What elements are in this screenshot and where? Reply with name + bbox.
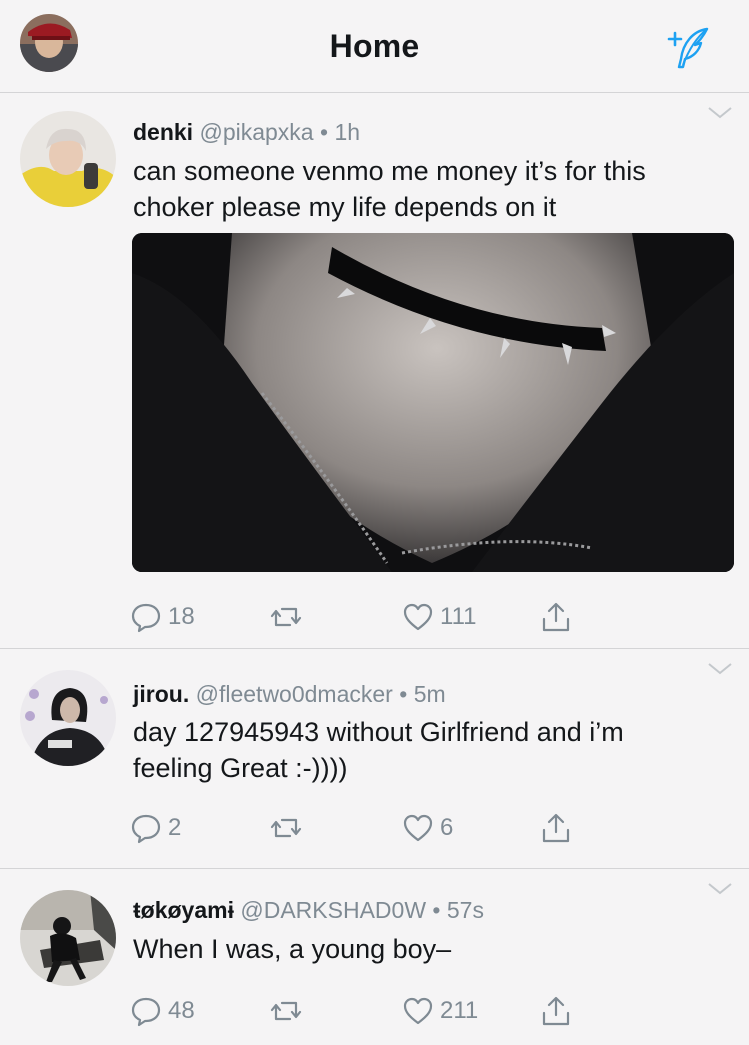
like-button[interactable]: 211	[402, 991, 478, 1031]
retweet-icon	[270, 607, 302, 627]
reply-count: 2	[168, 814, 182, 841]
reply-button[interactable]: 18	[130, 597, 195, 637]
reply-count: 18	[168, 603, 195, 630]
user-avatar[interactable]	[20, 670, 116, 766]
avatar-image-denki	[20, 111, 116, 207]
like-count: 111	[440, 603, 477, 630]
tweet-actions: 2 6	[130, 808, 590, 848]
like-button[interactable]: 6	[402, 808, 453, 848]
timestamp: 1h	[334, 119, 361, 145]
chevron-down-icon[interactable]	[707, 105, 733, 121]
share-icon	[542, 813, 570, 843]
tweet-text-line: day 127945943 without Girlfriend and i’m	[133, 717, 624, 747]
chevron-down-icon[interactable]	[707, 881, 733, 897]
reply-button[interactable]: 48	[130, 991, 195, 1031]
like-icon	[403, 814, 433, 842]
like-count: 211	[440, 997, 479, 1024]
tweet-header: ŧøkøyamɨ @DARKSHAD0W • 57s	[133, 897, 484, 924]
share-button[interactable]	[540, 597, 572, 637]
share-icon	[542, 602, 570, 632]
separator: •	[432, 897, 441, 923]
user-handle[interactable]: @fleetwo0dmacker	[196, 681, 393, 707]
timestamp: 57s	[446, 897, 484, 923]
reply-icon	[131, 814, 161, 844]
avatar-image-tokoyami	[20, 890, 116, 986]
reply-icon	[131, 603, 161, 633]
retweet-icon	[270, 1001, 302, 1021]
photo-choker	[132, 233, 734, 572]
reply-icon	[131, 997, 161, 1027]
tweet-actions: 18 111	[130, 597, 590, 637]
share-icon	[542, 996, 570, 1026]
tweet[interactable]: ŧøkøyamɨ @DARKSHAD0W • 57s When I was, a…	[0, 869, 749, 1045]
timestamp: 5m	[413, 681, 446, 707]
share-button[interactable]	[540, 808, 572, 848]
page-title: Home	[329, 28, 420, 64]
separator: •	[319, 119, 329, 145]
tweet-text-line: When I was, a young boy–	[133, 934, 452, 964]
tweet-header: jirou. @fleetwo0dmacker • 5m	[133, 681, 446, 708]
display-name[interactable]: jirou.	[133, 681, 189, 707]
display-name[interactable]: denki	[133, 119, 193, 145]
tweet-text-line: feeling Great :-))))	[133, 753, 348, 783]
tweet-text: can someone venmo me money it’s for this…	[133, 153, 733, 225]
tweet[interactable]: denki @pikapxka • 1h can someone venmo m…	[0, 93, 749, 649]
user-handle[interactable]: @pikapxka	[199, 119, 313, 145]
display-name[interactable]: ŧøkøyamɨ	[133, 897, 234, 923]
compose-feather-icon	[667, 27, 709, 69]
reply-count: 48	[168, 997, 195, 1024]
user-handle[interactable]: @DARKSHAD0W	[240, 897, 426, 923]
tweet-text-line: choker please my life depends on it	[133, 192, 557, 222]
tweet-text: day 127945943 without Girlfriend and i’m…	[133, 714, 733, 786]
retweet-icon	[270, 818, 302, 838]
compose-tweet-button[interactable]	[667, 25, 713, 71]
separator: •	[399, 681, 408, 707]
retweet-button[interactable]	[270, 597, 302, 637]
retweet-button[interactable]	[270, 808, 302, 848]
like-icon	[403, 997, 433, 1025]
like-count: 6	[440, 814, 454, 841]
like-button[interactable]: 111	[402, 597, 476, 637]
retweet-button[interactable]	[270, 991, 302, 1031]
tweet-header: denki @pikapxka • 1h	[133, 119, 360, 146]
tweet-text-line: can someone venmo me money it’s for this	[133, 156, 646, 186]
share-button[interactable]	[540, 991, 572, 1031]
tweet-text: When I was, a young boy–	[133, 931, 733, 967]
tweet-actions: 48 211	[130, 991, 590, 1031]
tweet-media-image[interactable]	[132, 233, 734, 572]
top-nav-bar: Home	[0, 0, 749, 93]
chevron-down-icon[interactable]	[707, 661, 733, 677]
avatar-image-jirou	[20, 670, 116, 766]
user-avatar[interactable]	[20, 111, 116, 207]
reply-button[interactable]: 2	[130, 808, 181, 848]
tweet[interactable]: jirou. @fleetwo0dmacker • 5m day 1279459…	[0, 649, 749, 869]
user-avatar[interactable]	[20, 890, 116, 986]
like-icon	[403, 603, 433, 631]
